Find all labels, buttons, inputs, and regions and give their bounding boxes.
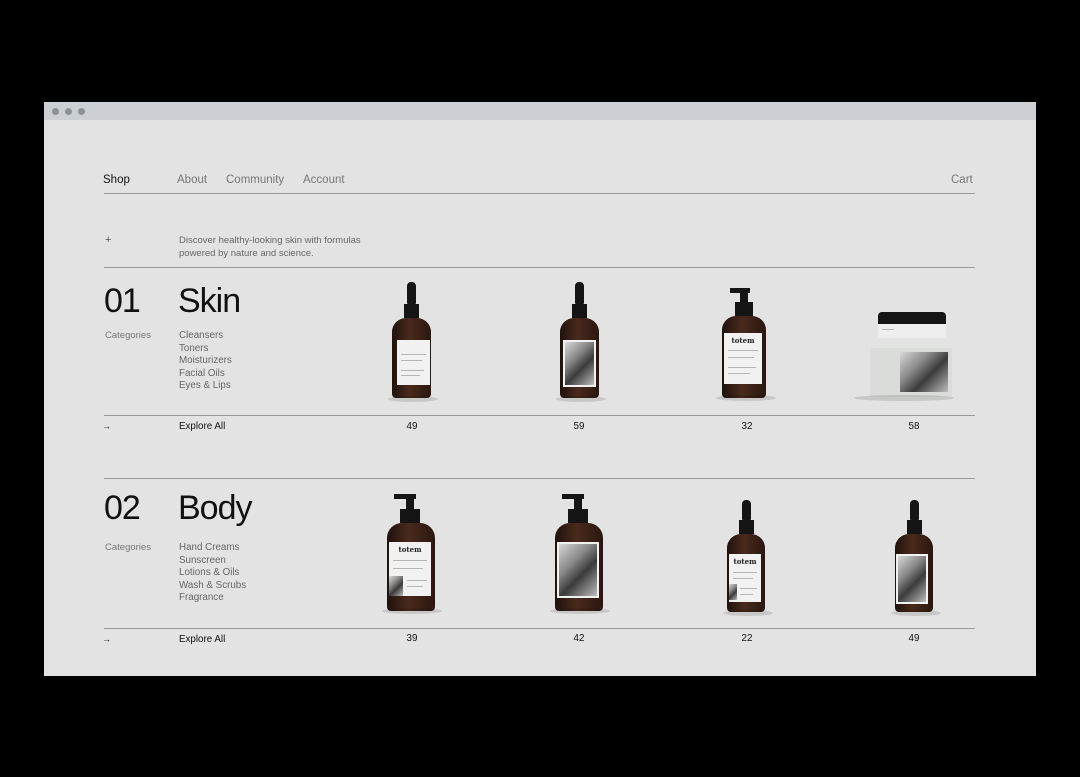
section-title[interactable]: Body [178,489,252,528]
label-photo [559,544,597,596]
subcategory-item[interactable]: Toners [179,343,232,356]
subcategory-item[interactable]: Fragrance [179,592,246,605]
section-divider [104,415,975,416]
product-label: totem [729,554,761,602]
dropper-bulb [407,282,416,304]
product-count: 49 [406,421,418,432]
subcategory-item[interactable]: Lotions & Oils [179,567,246,580]
dropper-bulb [742,500,751,520]
window-close-dot[interactable] [52,108,59,115]
dropper-collar [739,520,754,534]
nav-shop[interactable]: Shop [103,174,130,186]
subcategory-item[interactable]: Moisturizers [179,355,232,368]
jar-body [878,324,946,338]
product-skin-1[interactable] [384,282,439,402]
label-photo [565,342,594,385]
section-separator [104,478,975,479]
product-skin-3[interactable]: totem [716,288,776,402]
product-label: totem [389,542,431,596]
product-count: 42 [573,633,585,644]
nav-cart[interactable]: Cart [951,174,973,186]
subcategory-item[interactable]: Wash & Scrubs [179,580,246,593]
product-body-2[interactable] [550,494,610,616]
arrow-right-icon[interactable]: → [102,421,111,431]
subcategory-item[interactable]: Sunscreen [179,555,246,568]
browser-window: Shop About Community Account Cart + Disc… [44,102,1036,676]
product-count: 32 [741,421,753,432]
explore-all-link[interactable]: Explore All [179,634,225,645]
categories-label: Categories [105,330,151,341]
intro-divider [104,267,975,268]
product-label: totem [724,333,762,384]
intro-line-1: Discover healthy-looking skin with formu… [179,235,361,246]
section-divider [104,628,975,629]
product-skin-4[interactable] [844,312,959,402]
explore-all-link[interactable]: Explore All [179,421,225,432]
subcategory-list: Cleansers Toners Moisturizers Facial Oil… [179,330,232,393]
jar-box [870,348,952,397]
intro-text: Discover healthy-looking skin with formu… [179,235,389,260]
subcategory-item[interactable]: Hand Creams [179,542,246,555]
product-label [397,340,430,385]
intro-line-2: powered by nature and science. [179,247,314,259]
product-body-4[interactable] [887,500,942,616]
arrow-right-icon[interactable]: → [102,634,111,644]
product-count: 49 [908,633,920,644]
subcategory-item[interactable]: Eyes & Lips [179,380,232,393]
section-number: 01 [104,282,141,320]
product-count: 58 [908,421,920,432]
expand-plus-icon[interactable]: + [105,234,111,246]
product-body-3[interactable]: totem [719,500,774,616]
section-title[interactable]: Skin [178,282,241,321]
label-photo [898,556,926,602]
section-number: 02 [104,489,141,527]
product-body-1[interactable]: totem [382,494,442,616]
nav-about[interactable]: About [177,174,207,186]
product-count: 22 [741,633,753,644]
window-minimize-dot[interactable] [65,108,72,115]
dropper-collar [404,304,419,318]
jar-lid [878,312,946,324]
product-count: 39 [406,633,418,644]
subcategory-item[interactable]: Cleansers [179,330,232,343]
window-titlebar [44,102,1036,120]
window-maximize-dot[interactable] [78,108,85,115]
dropper-bulb [910,500,919,520]
subcategory-list: Hand Creams Sunscreen Lotions & Oils Was… [179,542,246,605]
nav-account[interactable]: Account [303,174,345,186]
brand-name: totem [398,545,422,554]
nav-community[interactable]: Community [226,174,284,186]
subcategory-item[interactable]: Facial Oils [179,368,232,381]
brand-name: totem [731,336,755,345]
brand-name: totem [733,557,757,566]
product-label [896,554,928,604]
product-label [557,542,599,598]
categories-label: Categories [105,542,151,553]
dropper-collar [907,520,922,534]
product-skin-2[interactable] [552,282,607,402]
product-count: 59 [573,421,585,432]
nav-divider [104,193,975,194]
product-label [563,340,596,387]
